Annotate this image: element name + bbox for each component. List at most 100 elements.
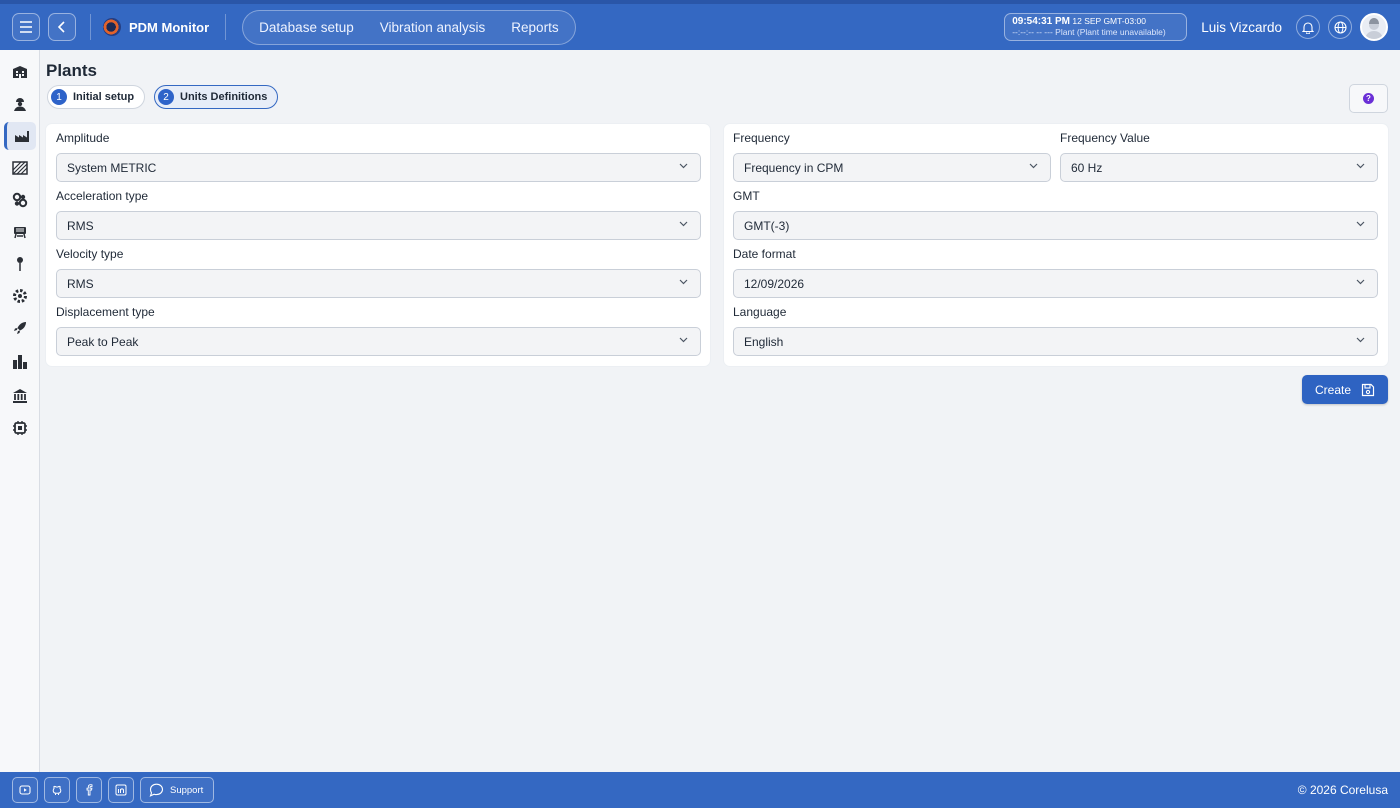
area-icon [12, 161, 28, 175]
chevron-down-icon [1356, 221, 1365, 227]
notifications-button[interactable] [1296, 15, 1320, 39]
brand-logo-icon [103, 18, 121, 36]
linkedin-button[interactable] [108, 777, 134, 803]
clock-time: 09:54:31 PM [1012, 16, 1071, 27]
divider [90, 14, 91, 40]
step-initial-setup[interactable]: 1 Initial setup [47, 85, 146, 109]
sidebar-item-areas[interactable] [4, 154, 36, 182]
github-button[interactable] [44, 777, 70, 803]
frequency-value-label: Frequency Value [1060, 131, 1150, 145]
amplitude-value: System METRIC [67, 160, 157, 175]
sensor-pin-icon [17, 257, 23, 271]
plant-time: --:--:-- -- --- [1012, 27, 1053, 37]
facebook-button[interactable] [76, 777, 102, 803]
gmt-value: GMT(-3) [744, 218, 790, 233]
bar-chart-icon [13, 355, 27, 369]
chevron-down-icon [1356, 163, 1365, 169]
app-name: PDM Monitor [129, 19, 210, 35]
back-button[interactable] [48, 13, 76, 41]
sidebar-item-points[interactable] [4, 250, 36, 278]
rocket-icon [14, 322, 26, 334]
amplitude-select[interactable]: System METRIC [56, 153, 701, 182]
sidebar-item-companies[interactable] [4, 382, 36, 410]
language-label: Language [733, 305, 787, 319]
velocity-type-select[interactable]: RMS [56, 269, 701, 298]
step-units-definitions[interactable]: 2 Units Definitions [154, 85, 279, 109]
brand[interactable]: PDM Monitor [103, 18, 209, 36]
bell-icon [1302, 21, 1314, 34]
linkedin-icon [115, 784, 127, 796]
frequency-label: Frequency [733, 131, 790, 145]
nav-database-setup[interactable]: Database setup [249, 20, 364, 35]
gmt-select[interactable]: GMT(-3) [733, 211, 1378, 240]
copyright: © 2026 Corelusa [1297, 783, 1388, 797]
chevron-down-icon [1356, 279, 1365, 285]
sidebar-item-components[interactable] [4, 186, 36, 214]
user-avatar-icon [1365, 18, 1383, 39]
hamburger-icon [20, 21, 32, 33]
machine-icon [14, 227, 26, 239]
step-number: 2 [158, 89, 174, 105]
frequency-value-select[interactable]: 60 Hz [1060, 153, 1378, 182]
chevron-down-icon [679, 279, 688, 285]
sidebar-item-plants[interactable] [4, 122, 36, 150]
chip-icon [13, 421, 27, 435]
sidebar-item-devices[interactable] [4, 414, 36, 442]
step-label: Initial setup [73, 91, 135, 103]
chevron-down-icon [1029, 163, 1038, 169]
question-icon: ? [1363, 93, 1374, 104]
gears-icon [12, 192, 28, 208]
displacement-type-select[interactable]: Peak to Peak [56, 327, 701, 356]
language-select[interactable]: English [733, 327, 1378, 356]
sidebar-item-buildings[interactable] [4, 58, 36, 86]
language-button[interactable] [1328, 15, 1352, 39]
frequency-select[interactable]: Frequency in CPM [733, 153, 1051, 182]
footer: Support © 2026 Corelusa [0, 772, 1400, 808]
save-icon [1361, 383, 1375, 396]
language-value: English [744, 334, 784, 349]
locale-panel: Frequency Frequency in CPM Frequency Val… [724, 124, 1388, 366]
frequency-value-value: 60 Hz [1071, 160, 1103, 175]
top-bar: PDM Monitor Database setup Vibration ana… [0, 0, 1400, 50]
date-format-value: 12/09/2026 [744, 276, 805, 291]
date-format-select[interactable]: 12/09/2026 [733, 269, 1378, 298]
github-icon [52, 785, 62, 795]
factory-icon [14, 131, 29, 142]
settings-gear-icon [13, 289, 27, 303]
menu-button[interactable] [12, 13, 40, 41]
globe-icon [1333, 20, 1347, 34]
velocity-type-label: Velocity type [56, 247, 124, 261]
create-button[interactable]: Create [1302, 375, 1388, 404]
sidebar-item-launch[interactable] [4, 314, 36, 342]
displacement-type-label: Displacement type [56, 305, 155, 319]
chevron-left-icon [58, 21, 65, 33]
worker-icon [14, 98, 26, 111]
clock-timezone: GMT-03:00 [1103, 16, 1146, 26]
user-name[interactable]: Luis Vizcardo [1201, 20, 1282, 35]
avatar[interactable] [1360, 13, 1388, 41]
step-label: Units Definitions [180, 91, 268, 103]
acceleration-type-select[interactable]: RMS [56, 211, 701, 240]
sidebar-item-personnel[interactable] [4, 90, 36, 118]
chevron-down-icon [1356, 337, 1365, 343]
support-button[interactable]: Support [140, 777, 215, 803]
nav-reports[interactable]: Reports [501, 20, 568, 35]
sidebar-item-configuration[interactable] [4, 282, 36, 310]
displacement-type-value: Peak to Peak [67, 334, 139, 349]
clock-widget: 09:54:31 PM 12 SEP GMT-03:00 --:--:-- --… [1004, 13, 1188, 41]
youtube-button[interactable] [12, 777, 38, 803]
sidebar-item-reports[interactable] [4, 348, 36, 376]
chevron-down-icon [679, 337, 688, 343]
page-title: Plants [46, 61, 98, 80]
plant-time-note: Plant (Plant time unavailable) [1055, 27, 1166, 37]
youtube-icon [19, 785, 31, 795]
acceleration-type-label: Acceleration type [56, 189, 149, 203]
building-icon [13, 66, 27, 78]
acceleration-type-value: RMS [67, 218, 94, 233]
help-button[interactable]: ? [1349, 84, 1388, 113]
units-panel: Amplitude System METRIC Acceleration typ… [46, 124, 710, 366]
clock-date: 12 SEP [1072, 16, 1102, 26]
nav-vibration-analysis[interactable]: Vibration analysis [364, 20, 502, 35]
sidebar-item-machines[interactable] [4, 218, 36, 246]
create-label: Create [1314, 382, 1352, 397]
